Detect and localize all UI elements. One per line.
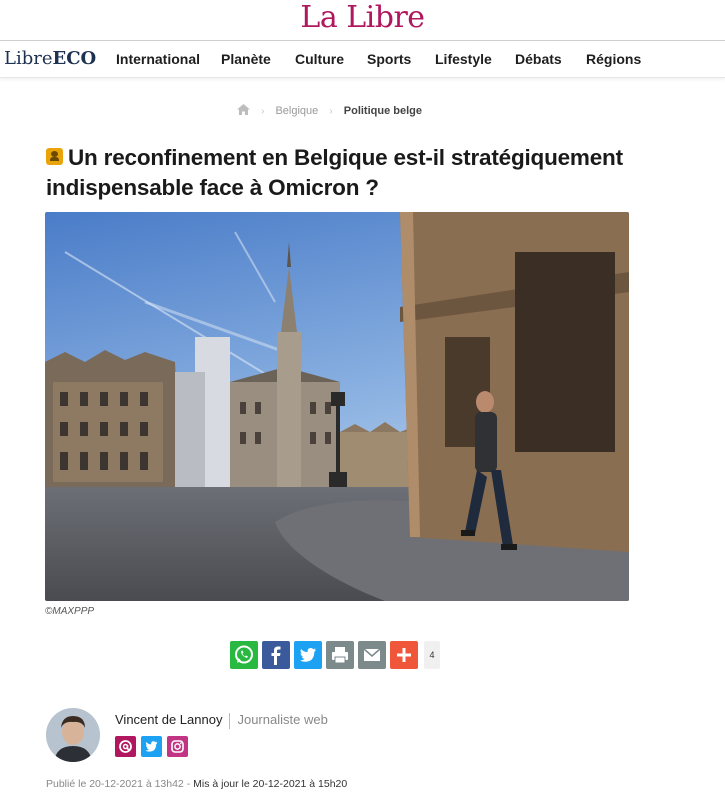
article-photo xyxy=(45,212,629,601)
facebook-share-button[interactable] xyxy=(262,641,290,669)
author-role: Journaliste web xyxy=(237,712,328,727)
site-logo[interactable]: La Libre xyxy=(300,0,425,36)
nav-item-regions[interactable]: Régions xyxy=(586,51,641,67)
main-nav: LibreECO International Planète Culture S… xyxy=(0,41,725,78)
author-email-button[interactable] xyxy=(115,736,136,757)
author-avatar[interactable] xyxy=(46,708,100,762)
breadcrumb: › Belgique › Politique belge xyxy=(237,104,422,118)
print-button[interactable] xyxy=(326,641,354,669)
nav-item-international[interactable]: International xyxy=(116,51,200,67)
instagram-icon xyxy=(171,740,184,753)
author-twitter-button[interactable] xyxy=(141,736,162,757)
photo-credit: ©MAXPPP xyxy=(45,606,95,617)
nav-item-debats[interactable]: Débats xyxy=(515,51,562,67)
share-count: 4 xyxy=(424,641,440,669)
more-share-button[interactable] xyxy=(390,641,418,669)
breadcrumb-item-current[interactable]: Politique belge xyxy=(344,105,422,117)
article-title: Un reconfinement en Belgique est-il stra… xyxy=(46,145,623,200)
chevron-right-icon: › xyxy=(261,105,265,117)
whatsapp-share-button[interactable] xyxy=(230,641,258,669)
nav-item-sports[interactable]: Sports xyxy=(367,51,411,67)
plus-icon xyxy=(397,648,411,662)
author-line: Vincent de Lannoy Journaliste web xyxy=(115,712,328,729)
brand-prefix: Libre xyxy=(4,48,53,69)
twitter-icon xyxy=(145,741,158,752)
facebook-icon xyxy=(271,646,281,665)
updated-date: Mis à jour le 20-12-2021 à 15h20 xyxy=(193,778,348,790)
nav-item-lifestyle[interactable]: Lifestyle xyxy=(435,51,492,67)
mail-icon xyxy=(363,648,381,661)
article-dates: Publié le 20-12-2021 à 13h42 - Mis à jou… xyxy=(46,778,347,790)
logo-bar: La Libre xyxy=(0,0,725,40)
nav-item-planete[interactable]: Planète xyxy=(221,51,271,67)
print-icon xyxy=(332,647,348,664)
twitter-icon xyxy=(299,648,316,662)
nav-item-culture[interactable]: Culture xyxy=(295,51,344,67)
author-divider xyxy=(229,712,231,729)
home-icon[interactable] xyxy=(237,104,250,118)
chevron-right-icon: › xyxy=(329,105,333,117)
twitter-share-button[interactable] xyxy=(294,641,322,669)
libre-eco-brand[interactable]: LibreECO xyxy=(4,48,96,69)
dates-separator: - xyxy=(183,778,194,790)
at-icon xyxy=(119,740,132,753)
author-instagram-button[interactable] xyxy=(167,736,188,757)
author-name[interactable]: Vincent de Lannoy xyxy=(115,712,222,727)
published-date: Publié le 20-12-2021 à 13h42 xyxy=(46,778,184,790)
breadcrumb-item-belgique[interactable]: Belgique xyxy=(275,105,318,117)
brand-suffix: ECO xyxy=(52,48,97,69)
email-share-button[interactable] xyxy=(358,641,386,669)
whatsapp-icon xyxy=(235,645,253,664)
